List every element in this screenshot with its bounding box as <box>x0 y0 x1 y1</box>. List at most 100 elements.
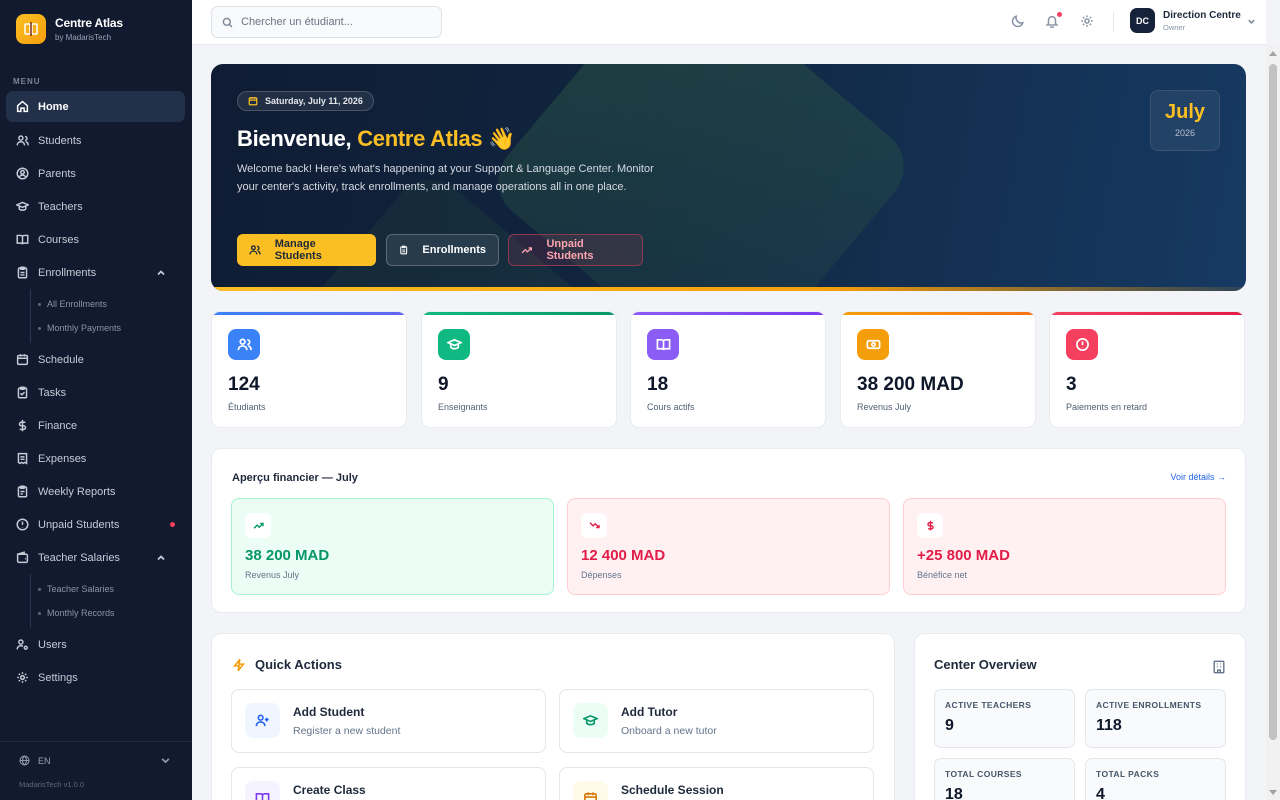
sidebar-item-expenses[interactable]: Expenses <box>6 442 185 475</box>
sidebar-item-label: Settings <box>38 671 78 684</box>
sidebar-item-students[interactable]: Students <box>6 124 185 157</box>
submenu-item-teacher-salaries[interactable]: Teacher Salaries <box>31 577 185 601</box>
revenue-card[interactable]: 38 200 MAD Revenus July <box>231 498 554 595</box>
search-icon <box>222 17 233 27</box>
stat-value: 38 200 MAD <box>857 374 964 395</box>
user-menu[interactable]: DC Direction Centre Owner <box>1130 8 1241 33</box>
sidebar-footer: EN MadarisTech v1.0.0 <box>0 741 192 800</box>
sidebar-item-label: Courses <box>38 233 79 246</box>
section-title: Quick Actions <box>232 657 342 672</box>
stat-card-students[interactable]: 124 Étudiants <box>211 311 407 428</box>
sidebar-item-courses[interactable]: Courses <box>6 223 185 256</box>
sidebar-nav: Home Students Parents Teachers Courses E… <box>6 91 185 694</box>
sidebar-item-teachers[interactable]: Teachers <box>6 190 185 223</box>
net-profit-label: Bénéfice net <box>917 570 968 580</box>
users-icon <box>249 245 261 255</box>
add-tutor-action[interactable]: Add Tutor Onboard a new tutor <box>559 689 874 753</box>
enrollments-button[interactable]: Enrollments <box>386 234 499 266</box>
sidebar-item-enrollments[interactable]: Enrollments <box>6 256 185 289</box>
sidebar-item-settings[interactable]: Settings <box>6 661 185 694</box>
sidebar-item-label: Home <box>38 100 69 113</box>
book-open-icon <box>647 329 679 360</box>
button-label: Enrollments <box>422 244 486 256</box>
sidebar-item-unpaid-students[interactable]: Unpaid Students <box>6 508 185 541</box>
user-plus-icon <box>245 703 280 738</box>
create-class-action[interactable]: Create Class <box>231 767 546 800</box>
current-date: Saturday, July 11, 2026 <box>265 96 363 106</box>
scroll-down-arrow[interactable] <box>1269 790 1277 795</box>
unpaid-students-button[interactable]: Unpaid Students <box>508 234 643 266</box>
avatar: DC <box>1130 8 1155 33</box>
scrollbar[interactable] <box>1266 45 1280 800</box>
version-label: MadarisTech v1.0.0 <box>19 780 85 789</box>
topbar: DC Direction Centre Owner <box>192 0 1266 45</box>
wave-emoji: 👋 <box>488 126 516 151</box>
add-student-action[interactable]: Add Student Register a new student <box>231 689 546 753</box>
sidebar-item-parents[interactable]: Parents <box>6 157 185 190</box>
action-name: Add Student <box>293 705 365 719</box>
submenu-item-monthly-payments[interactable]: Monthly Payments <box>31 316 185 340</box>
section-title: Center Overview <box>934 657 1037 672</box>
alert-circle-icon <box>16 518 29 531</box>
banner-accent-bar <box>211 287 1246 291</box>
revenue-label: Revenus July <box>245 570 300 580</box>
clipboard-icon <box>400 245 408 255</box>
graduation-cap-icon <box>438 329 470 360</box>
sidebar-item-home[interactable]: Home <box>6 91 185 122</box>
sidebar-item-teacher-salaries[interactable]: Teacher Salaries <box>6 541 185 574</box>
submenu-item-monthly-records[interactable]: Monthly Records <box>31 601 185 625</box>
brand-sub: by MadarisTech <box>55 33 112 42</box>
view-details-link[interactable]: Voir détails → <box>1170 472 1226 482</box>
sidebar-item-label: Teachers <box>38 200 83 213</box>
clipboard-check-icon <box>17 386 28 399</box>
welcome-description: Welcome back! Here's what's happening at… <box>237 163 654 193</box>
stat-label: Étudiants <box>228 402 266 412</box>
sidebar-item-users[interactable]: Users <box>6 628 185 661</box>
stat-card-teachers[interactable]: 9 Enseignants <box>421 311 617 428</box>
schedule-session-action[interactable]: Schedule Session <box>559 767 874 800</box>
chevron-down-icon[interactable] <box>1247 17 1256 26</box>
sidebar-item-finance[interactable]: Finance <box>6 409 185 442</box>
calendar-icon <box>248 96 258 106</box>
page-title: Bienvenue, Centre Atlas 👋 <box>237 126 516 152</box>
stat-label: Revenus July <box>857 402 912 412</box>
month-name: July <box>1164 101 1206 123</box>
brand[interactable]: Centre Atlas by MadarisTech <box>16 14 123 44</box>
search-input[interactable] <box>241 16 431 28</box>
action-name: Create Class <box>293 783 366 797</box>
stat-accent <box>212 312 406 315</box>
expenses-card[interactable]: 12 400 MAD Dépenses <box>567 498 890 595</box>
gear-icon[interactable] <box>1080 14 1094 28</box>
scroll-thumb[interactable] <box>1269 64 1277 740</box>
manage-students-button[interactable]: Manage Students <box>237 234 376 266</box>
stat-value: 124 <box>228 374 260 395</box>
stat-card-revenue[interactable]: 38 200 MAD Revenus July <box>840 311 1036 428</box>
menu-label: MENU <box>13 77 41 86</box>
month-year: 2026 <box>1174 128 1196 138</box>
sidebar-item-tasks[interactable]: Tasks <box>6 376 185 409</box>
stat-accent <box>422 312 616 315</box>
quick-actions: Quick Actions Add Student Register a new… <box>211 633 895 800</box>
net-profit-card[interactable]: +25 800 MAD Bénéfice net <box>903 498 1226 595</box>
chevron-up-icon <box>157 269 165 275</box>
sidebar-item-label: Enrollments <box>38 266 97 279</box>
submenu-item-all-enrollments[interactable]: All Enrollments <box>31 292 185 316</box>
current-month-badge: July 2026 <box>1150 90 1220 151</box>
scroll-up-arrow[interactable] <box>1269 51 1277 56</box>
stat-card-courses[interactable]: 18 Cours actifs <box>630 311 826 428</box>
stat-card-late-payments[interactable]: 3 Paiements en retard <box>1049 311 1245 428</box>
user-role: Owner <box>1163 22 1186 32</box>
user-circle-icon <box>16 167 29 180</box>
dollar-icon <box>917 513 943 538</box>
revenue-value: 38 200 MAD <box>245 547 330 564</box>
overview-value: 4 <box>1096 786 1105 800</box>
section-title: Aperçu financier — July <box>232 472 358 484</box>
trending-down-icon <box>581 513 607 538</box>
sidebar-item-schedule[interactable]: Schedule <box>6 343 185 376</box>
welcome-banner: Saturday, July 11, 2026 Bienvenue, Centr… <box>211 64 1246 291</box>
language-selector[interactable]: EN <box>19 755 171 766</box>
sidebar-item-label: Students <box>38 134 82 147</box>
sidebar-item-weekly-reports[interactable]: Weekly Reports <box>6 475 185 508</box>
enrollments-submenu: All Enrollments Monthly Payments <box>30 289 185 343</box>
moon-icon[interactable] <box>1011 14 1025 28</box>
